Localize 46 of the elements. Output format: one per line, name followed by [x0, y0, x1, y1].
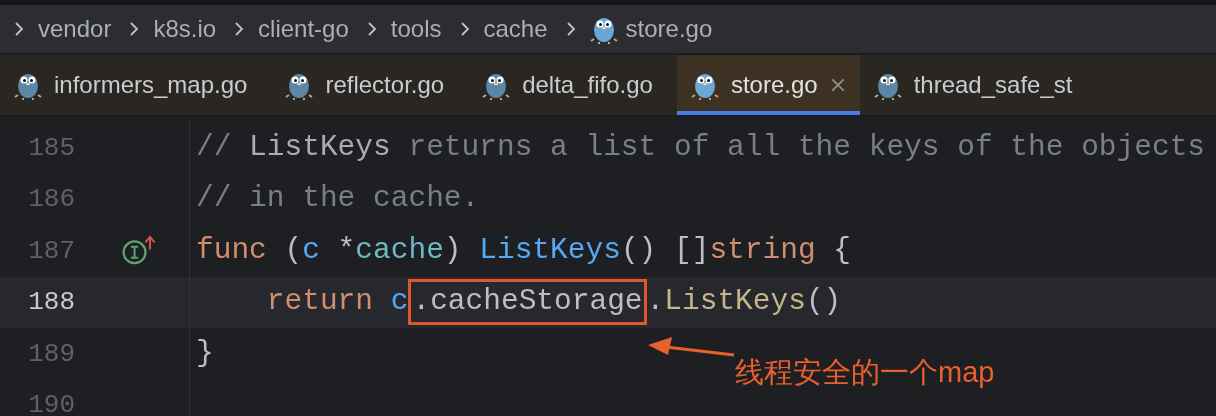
code-text: .	[646, 283, 665, 321]
file-tab[interactable]: informers_map.go	[0, 55, 272, 115]
file-tab[interactable]: store.go	[676, 55, 860, 115]
code-identifier: c	[390, 283, 409, 321]
chevron-icon	[14, 21, 24, 37]
code-keyword: func	[196, 231, 267, 269]
annotation-note: 线程安全的一个map	[735, 355, 995, 390]
code-text: ()	[805, 283, 842, 321]
line-number: 190	[27, 390, 75, 416]
line-number: 185	[27, 132, 75, 163]
highlight-box: .cacheStorage	[408, 279, 647, 326]
code-method-call: ListKeys	[664, 283, 806, 321]
code-identifier: c	[302, 231, 320, 269]
breadcrumb-file[interactable]: store.go	[625, 15, 713, 43]
file-tab[interactable]: reflector.go	[271, 55, 469, 115]
breadcrumb-folder[interactable]: vendor	[38, 15, 112, 43]
line-number: 187	[27, 235, 75, 266]
file-tab[interactable]: delta_fifo.go	[468, 55, 677, 115]
code-text: *	[336, 231, 356, 269]
file-tab[interactable]: thread_safe_st	[859, 55, 1097, 115]
code-comment: // in the cache.	[196, 180, 480, 218]
chevron-icon	[565, 21, 576, 37]
code-text: () []	[620, 231, 710, 269]
close-icon[interactable]	[829, 77, 846, 93]
chevron-icon	[366, 21, 377, 37]
chevron-icon	[129, 21, 140, 37]
code-comment: returns a list of all the keys of the objects	[407, 128, 1206, 166]
chevron-icon	[459, 21, 470, 37]
code-text: (	[283, 231, 303, 269]
code-comment: //	[196, 128, 233, 166]
code-keyword: string	[709, 231, 816, 269]
line-number: 186	[27, 184, 75, 215]
breadcrumb-folder[interactable]: cache	[483, 15, 548, 43]
line-number: 188	[27, 287, 75, 318]
code-keyword: return	[265, 283, 375, 321]
breadcrumb-folder[interactable]: tools	[390, 15, 442, 43]
code-text: {	[832, 231, 851, 269]
code-text: )	[443, 231, 463, 269]
breadcrumb-folder[interactable]: client-go	[258, 15, 349, 43]
chevron-icon	[234, 21, 245, 37]
code-function-name: ListKeys	[479, 231, 621, 269]
code-text: }	[196, 334, 214, 372]
code-type: cache	[355, 231, 444, 269]
line-number: 189	[27, 338, 75, 369]
code-comment: ListKeys	[249, 128, 391, 166]
breadcrumb-folder[interactable]: k8s.io	[153, 15, 217, 43]
